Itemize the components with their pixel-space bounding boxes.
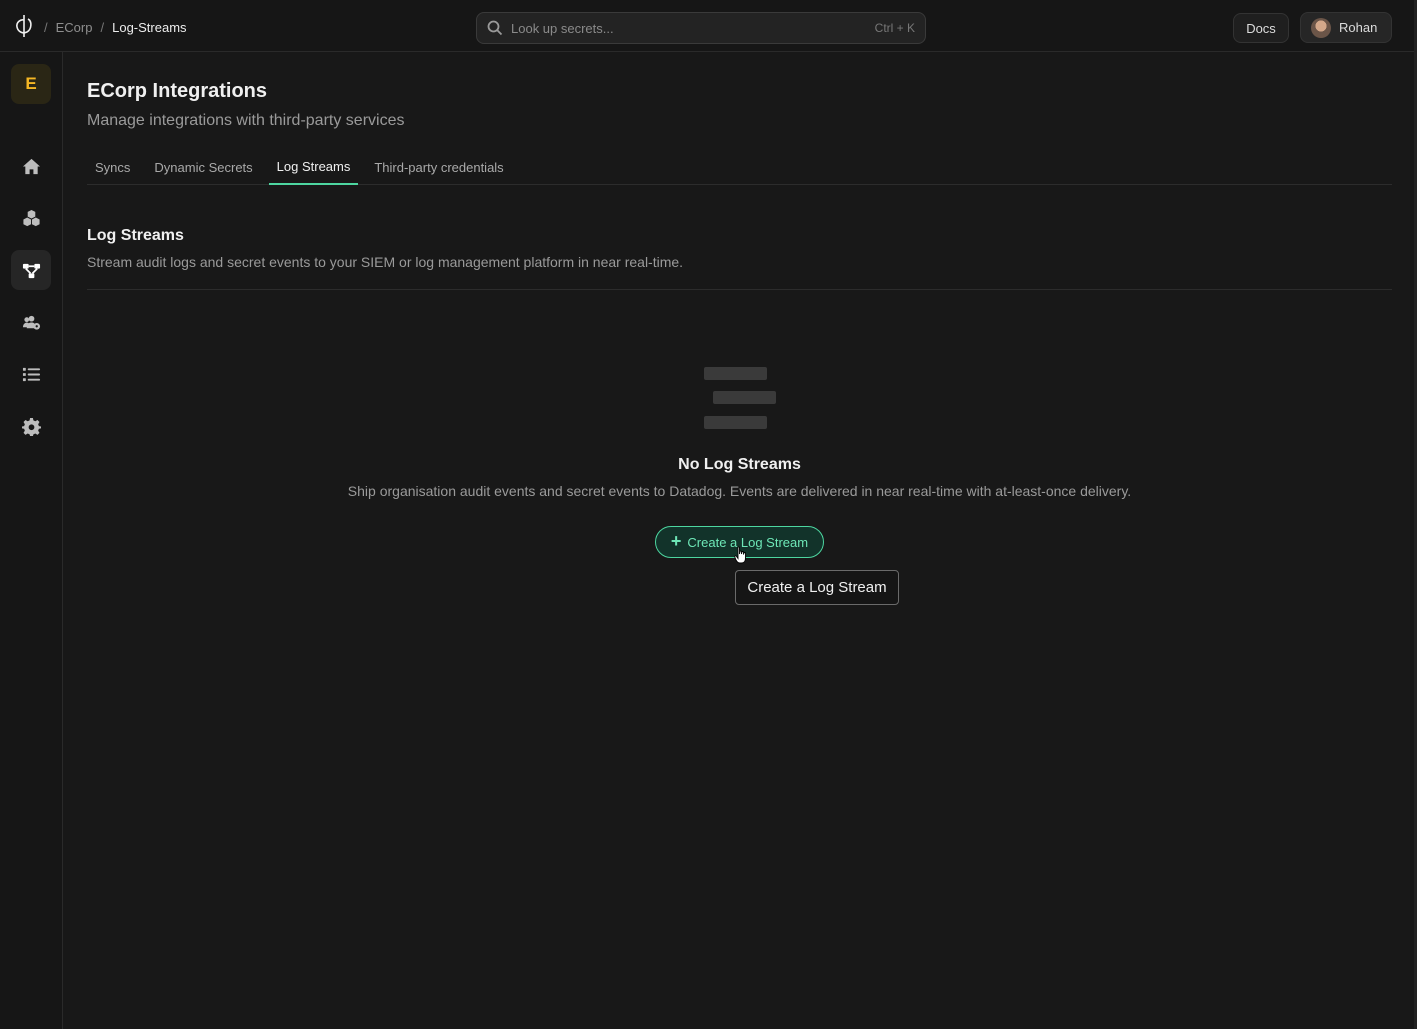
sidebar-item-members[interactable] bbox=[11, 302, 51, 342]
breadcrumb-separator: / bbox=[44, 19, 48, 35]
tab-log-streams[interactable]: Log Streams bbox=[268, 150, 359, 185]
user-menu-button[interactable]: Rohan bbox=[1300, 12, 1392, 43]
sidebar-item-integrations[interactable] bbox=[11, 250, 51, 290]
empty-state-description: Ship organisation audit events and secre… bbox=[347, 483, 1132, 499]
breadcrumb-org-link[interactable]: ECorp bbox=[56, 20, 93, 35]
user-name: Rohan bbox=[1339, 20, 1378, 35]
main-content: ECorp Integrations Manage integrations w… bbox=[87, 52, 1392, 1029]
search-shortcut-hint: Ctrl + K bbox=[874, 21, 915, 35]
page-subtitle: Manage integrations with third-party ser… bbox=[87, 112, 405, 129]
sidebar-item-logs[interactable] bbox=[11, 354, 51, 394]
breadcrumb: / ECorp / Log-Streams bbox=[44, 18, 187, 36]
plus-icon: + bbox=[670, 531, 682, 551]
home-icon bbox=[22, 158, 40, 174]
avatar bbox=[1311, 17, 1331, 38]
breadcrumb-current-page: Log-Streams bbox=[112, 19, 187, 35]
breadcrumb-separator: / bbox=[100, 19, 105, 35]
gear-icon bbox=[21, 417, 41, 436]
integration-tabs: Syncs Dynamic Secrets Log Streams Third-… bbox=[87, 150, 1392, 185]
tab-syncs[interactable]: Syncs bbox=[87, 150, 138, 185]
org-switcher-badge[interactable]: E bbox=[11, 64, 51, 104]
empty-icon-bar bbox=[713, 391, 776, 404]
logo-icon[interactable] bbox=[14, 14, 34, 38]
search-input[interactable] bbox=[511, 20, 875, 36]
empty-state-icon bbox=[704, 367, 776, 429]
tab-dynamic-secrets[interactable]: Dynamic Secrets bbox=[146, 150, 260, 185]
hand-pointer-icon bbox=[734, 546, 746, 564]
section-description: Stream audit logs and secret events to y… bbox=[87, 254, 684, 270]
empty-state-title: No Log Streams bbox=[678, 456, 801, 473]
search-icon bbox=[487, 20, 503, 36]
users-gear-icon bbox=[22, 315, 40, 330]
empty-icon-bar bbox=[704, 416, 767, 429]
search-bar[interactable]: Ctrl + K bbox=[476, 12, 926, 44]
tooltip: Create a Log Stream bbox=[735, 570, 899, 605]
top-bar: / ECorp / Log-Streams Ctrl + K Docs Roha… bbox=[0, 0, 1417, 52]
list-icon bbox=[22, 367, 40, 381]
page-title: ECorp Integrations bbox=[87, 80, 268, 102]
network-icon bbox=[22, 263, 40, 278]
sidebar-item-settings[interactable] bbox=[11, 406, 51, 446]
empty-icon-bar bbox=[704, 367, 767, 380]
sidebar-item-apps[interactable] bbox=[11, 198, 51, 238]
sidebar: E bbox=[0, 52, 63, 1029]
tab-third-party-credentials[interactable]: Third-party credentials bbox=[366, 150, 511, 185]
cubes-icon bbox=[22, 209, 40, 226]
section-divider bbox=[87, 289, 1392, 290]
section-title: Log Streams bbox=[87, 227, 184, 244]
sidebar-item-home[interactable] bbox=[11, 146, 51, 186]
docs-button[interactable]: Docs bbox=[1233, 13, 1289, 43]
